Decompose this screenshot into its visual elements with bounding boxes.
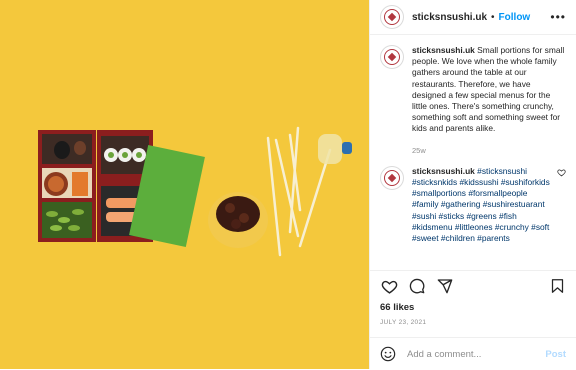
caption-age: 25w [412,145,426,155]
header-username[interactable]: sticksnsushi.uk [412,12,487,23]
comment-input[interactable] [405,347,539,361]
avatar-logo [384,9,400,25]
comment-composer: Post [370,337,576,370]
caption: sticksnsushi.uk Small portions for small… [370,35,576,156]
post-button[interactable]: Post [545,349,566,360]
bookmark-icon[interactable] [548,277,566,295]
action-bar [370,270,576,301]
follow-button[interactable]: Follow [499,12,531,23]
comment: sticksnsushi.uk #sticksnsushi #sticksnki… [370,156,576,244]
post-date: JULY 23, 2021 [380,319,427,326]
avatar-logo [384,169,400,186]
juice-bottle [318,134,342,164]
comment-icon[interactable] [408,277,426,295]
post-sidebar: sticksnsushi.uk • Follow ••• sticksnsush… [369,0,576,369]
smile-icon[interactable] [380,346,396,362]
post-photo[interactable] [0,0,369,369]
comment-hashtags[interactable]: #sticksnsushi #sticksnkids #kidssushi #s… [412,166,550,243]
comment-like-heart-icon[interactable] [557,166,566,244]
heart-icon[interactable] [380,277,398,295]
post-header: sticksnsushi.uk • Follow ••• [370,0,576,35]
more-options-icon[interactable]: ••• [550,10,566,24]
separator-dot: • [491,11,495,23]
caption-username[interactable]: sticksnsushi.uk [412,45,475,55]
comment-avatar[interactable] [380,165,404,190]
instagram-post: sticksnsushi.uk • Follow ••• sticksnsush… [0,0,576,369]
sushi-photo-illustration [38,126,352,257]
caption-avatar[interactable] [380,45,404,69]
comment-username[interactable]: sticksnsushi.uk [412,166,475,176]
share-icon[interactable] [436,277,454,295]
avatar-logo [384,49,400,65]
likes-count[interactable]: 66 likes [380,302,414,313]
caption-text: Small portions for small people. We love… [412,45,565,134]
avatar[interactable] [380,5,404,29]
